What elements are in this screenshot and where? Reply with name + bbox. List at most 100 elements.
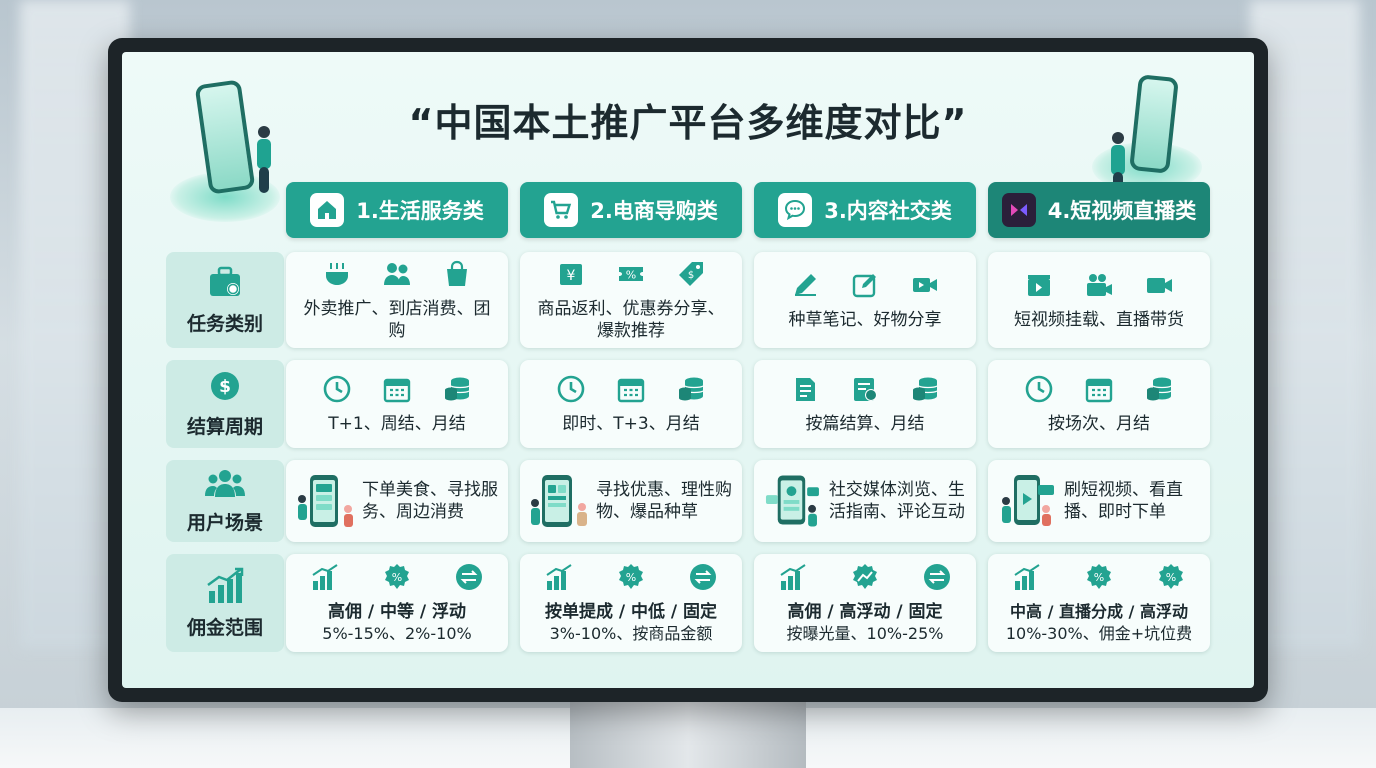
swap-icon <box>453 561 485 593</box>
shopping-bag-icon <box>441 258 473 290</box>
coins-icon <box>909 373 941 405</box>
cell-text-line2: 5%-15%、2%-10% <box>322 624 472 643</box>
svg-text:%: % <box>626 571 636 584</box>
chat-icon <box>778 193 813 227</box>
row-label-text: 用户场景 <box>186 511 263 534</box>
svg-text:¥: ¥ <box>567 268 576 284</box>
svg-text:%: % <box>1166 571 1176 584</box>
column-header-content-social: 3.内容社交类 <box>754 182 976 238</box>
screen: “中国本土推广平台多维度对比” 1.生活服务类 2.电商导购类 3.内容社交类 … <box>122 52 1254 688</box>
svg-text:$: $ <box>219 377 231 397</box>
phone-deals-illustration <box>531 475 587 527</box>
cell-text: 种草笔记、好物分享 <box>788 310 942 330</box>
price-tag-icon: $ <box>675 258 707 290</box>
video-camera-icon <box>1143 269 1175 301</box>
cell-settlement-content-social: 按篇结算、月结 <box>754 360 976 448</box>
cell-text-line2: 按曝光量、10%-25% <box>786 624 944 643</box>
row-label-user-scenario: 用户场景 <box>166 460 284 542</box>
clock-icon <box>1023 373 1055 405</box>
cell-text-line1: 中高 / 直播分成 / 高浮动 <box>1010 602 1188 621</box>
cell-text-line1: 按单提成 / 中低 / 固定 <box>544 602 718 622</box>
house-icon <box>310 193 345 227</box>
cell-text: 外卖推广、到店消费、团购 <box>303 299 491 341</box>
cart-icon <box>544 193 579 227</box>
cell-scenario-short-video: 刷短视频、看直播、即时下单 <box>988 460 1210 542</box>
row-label-text: 结算周期 <box>186 415 263 438</box>
svg-text:$: $ <box>688 270 694 281</box>
cell-text-line1: 高佣 / 中等 / 浮动 <box>327 602 467 622</box>
svg-text:%: % <box>626 269 636 282</box>
coins-icon <box>675 373 707 405</box>
cell-text: 按篇结算、月结 <box>805 414 925 434</box>
cell-text: T+1、周结、月结 <box>328 414 466 434</box>
cell-text: 即时、T+3、月结 <box>562 414 700 434</box>
coupon-icon: % <box>615 258 647 290</box>
percent-icon: % <box>615 561 647 593</box>
column-header-label: 3.内容社交类 <box>824 199 952 223</box>
coins-icon <box>441 373 473 405</box>
column-header-ecommerce: 2.电商导购类 <box>520 182 742 238</box>
growth-chart-icon <box>207 567 244 603</box>
cell-scenario-ecommerce: 寻找优惠、理性购物、爆品种草 <box>520 460 742 542</box>
phone-social-illustration <box>765 475 819 527</box>
cell-settlement-short-video: 按场次、月结 <box>988 360 1210 448</box>
clock-icon <box>555 373 587 405</box>
column-header-label: 1.生活服务类 <box>356 199 484 223</box>
row-label-text: 佣金范围 <box>186 616 263 639</box>
row-label-commission-range: 佣金范围 <box>166 554 284 652</box>
row-label-task-category: 任务类别 <box>166 252 284 348</box>
cell-task-life-service: 外卖推广、到店消费、团购 <box>286 252 508 348</box>
bar-chart-icon <box>543 561 575 593</box>
swap-icon <box>921 561 953 593</box>
cell-text: 社交媒体浏览、生活指南、评论互动 <box>828 480 965 522</box>
row-label-settlement-cycle: $ 结算周期 <box>166 360 284 448</box>
row-label-text: 任务类别 <box>186 312 263 335</box>
phone-shopping-illustration <box>298 475 353 527</box>
cell-task-short-video: 短视频挂载、直播带货 <box>988 252 1210 348</box>
clapper-icon <box>1023 269 1055 301</box>
swap-icon <box>687 561 719 593</box>
cell-text: 下单美食、寻找服务、周边消费 <box>362 480 498 522</box>
cell-task-ecommerce: ¥ % $ 商品返利、优惠券分享、爆款推荐 <box>520 252 742 348</box>
cell-settlement-life-service: T+1、周结、月结 <box>286 360 508 448</box>
column-header-life-service: 1.生活服务类 <box>286 182 508 238</box>
cell-text: 刷短视频、看直播、即时下单 <box>1064 480 1183 522</box>
cell-text: 商品返利、优惠券分享、爆款推荐 <box>537 299 725 341</box>
monitor-stand <box>570 700 806 768</box>
users-icon <box>205 469 245 497</box>
cell-text-line2: 10%-30%、佣金+坑位费 <box>1005 624 1193 643</box>
calendar-icon <box>381 373 413 405</box>
food-bowl-icon <box>321 258 353 290</box>
cell-text: 按场次、月结 <box>1048 414 1150 434</box>
cell-scenario-content-social: 社交媒体浏览、生活指南、评论互动 <box>754 460 976 542</box>
invoice-icon <box>849 373 881 405</box>
column-header-label: 4.短视频直播类 <box>1047 199 1197 223</box>
percent-icon: % <box>381 561 413 593</box>
bar-chart-icon <box>1011 561 1043 593</box>
coins-icon <box>1143 373 1175 405</box>
cell-text: 寻找优惠、理性购物、爆品种草 <box>596 480 732 522</box>
cell-commission-short-video: % % 中高 / 直播分成 / 高浮动 10%-30%、佣金+坑位费 <box>988 554 1210 652</box>
percent-icon: % <box>1083 561 1115 593</box>
edit-icon <box>849 269 881 301</box>
yuan-tag-icon: ¥ <box>555 258 587 290</box>
cell-text: 短视频挂载、直播带货 <box>1014 310 1184 330</box>
bar-chart-icon <box>777 561 809 593</box>
clock-icon <box>321 373 353 405</box>
cell-task-content-social: 种草笔记、好物分享 <box>754 252 976 348</box>
document-icon <box>789 373 821 405</box>
trend-icon <box>849 561 881 593</box>
people-icon <box>381 258 413 290</box>
calendar-icon <box>615 373 647 405</box>
cell-commission-ecommerce: % 按单提成 / 中低 / 固定 3%-10%、按商品金额 <box>520 554 742 652</box>
cell-commission-life-service: % 高佣 / 中等 / 浮动 5%-15%、2%-10% <box>286 554 508 652</box>
cell-commission-content-social: 高佣 / 高浮动 / 固定 按曝光量、10%-25% <box>754 554 976 652</box>
cell-text-line2: 3%-10%、按商品金额 <box>549 624 713 643</box>
svg-text:%: % <box>392 571 402 584</box>
page-title: “中国本土推广平台多维度对比” <box>408 101 968 145</box>
column-header-short-video: 4.短视频直播类 <box>988 182 1210 238</box>
svg-text:%: % <box>1094 571 1104 584</box>
phone-video-illustration <box>1002 475 1054 526</box>
cell-scenario-life-service: 下单美食、寻找服务、周边消费 <box>286 460 508 542</box>
cell-text-line1: 高佣 / 高浮动 / 固定 <box>787 602 943 622</box>
